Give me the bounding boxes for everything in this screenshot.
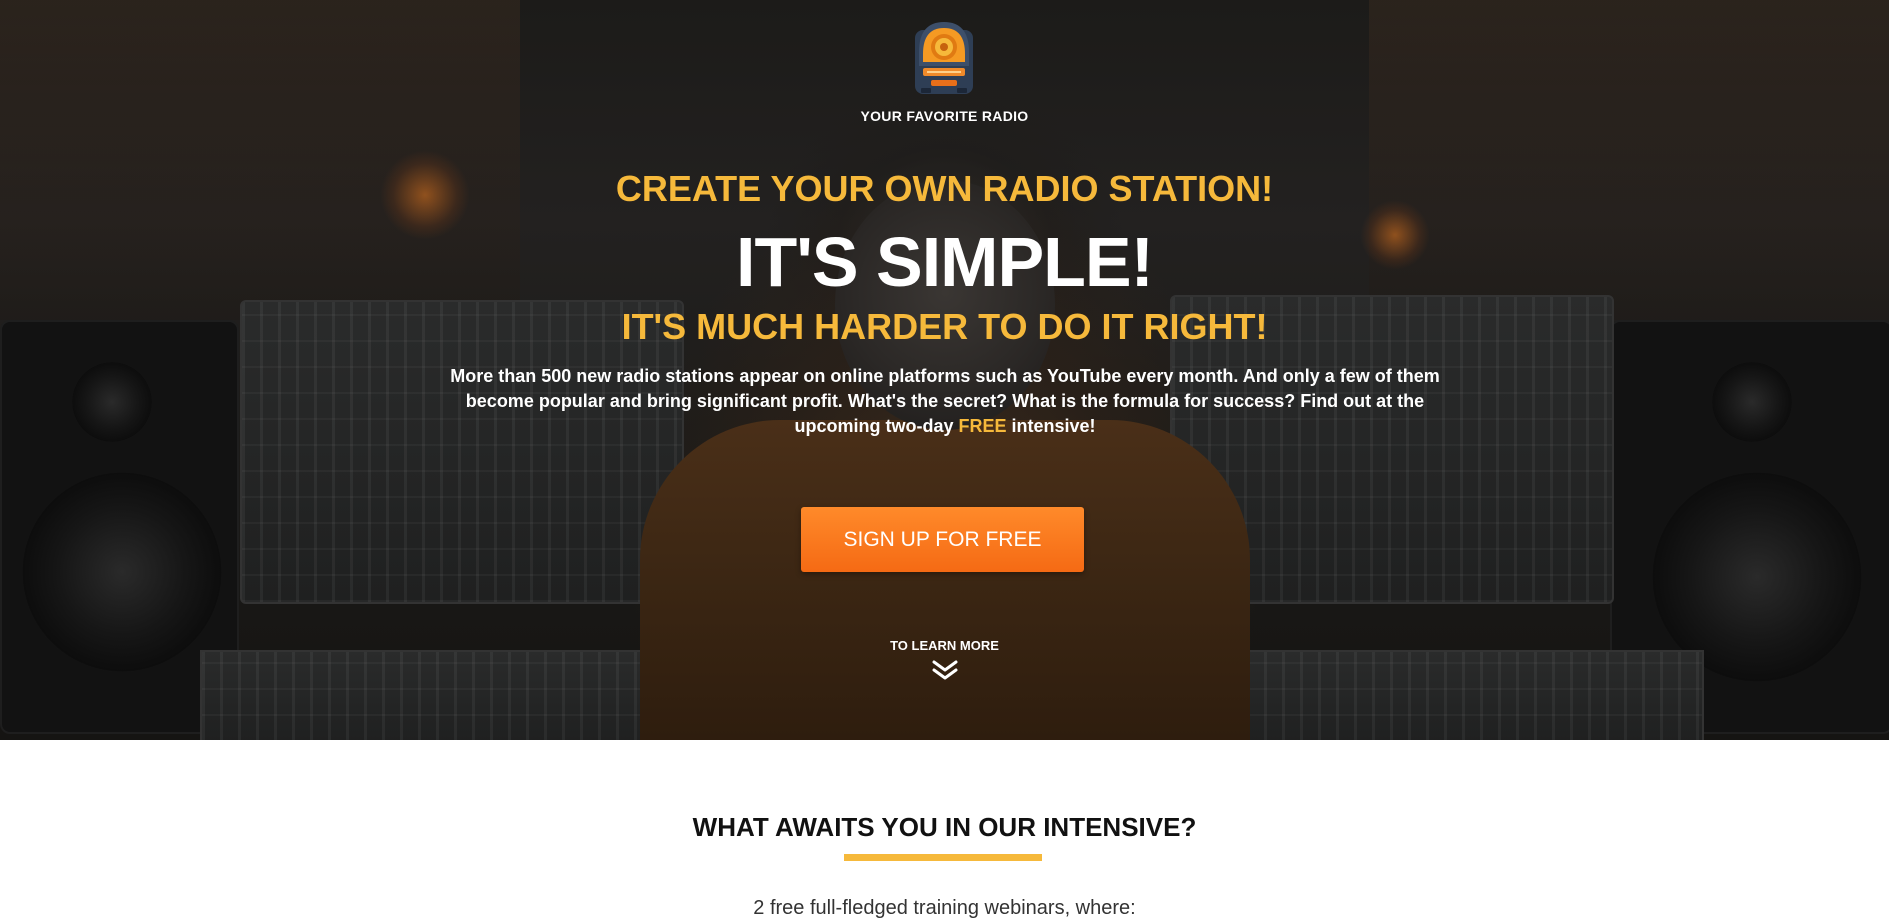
hero-section: YOUR FAVORITE RADIO CREATE YOUR OWN RADI…	[0, 0, 1889, 740]
hero-description-text: More than 500 new radio stations appear …	[450, 366, 1440, 436]
hero-content: YOUR FAVORITE RADIO CREATE YOUR OWN RADI…	[0, 0, 1889, 740]
section-intro-text: 2 free full-fledged training webinars, w…	[753, 897, 1136, 919]
hero-subhead: IT'S MUCH HARDER TO DO IT RIGHT!	[621, 306, 1268, 347]
intensive-section: WHAT AWAITS YOU IN OUR INTENSIVE? 2 free…	[0, 740, 1889, 923]
hero-kicker: CREATE YOUR OWN RADIO STATION!	[615, 168, 1274, 209]
section-title: WHAT AWAITS YOU IN OUR INTENSIVE?	[692, 812, 1197, 842]
sign-up-button[interactable]: SIGN UP FOR FREE	[801, 507, 1084, 572]
free-highlight: FREE	[958, 416, 1007, 436]
hero-headline: IT'S SIMPLE!	[736, 223, 1154, 301]
double-chevron-down-icon	[932, 660, 957, 680]
section-title-underline	[844, 854, 1042, 861]
learn-more-label: TO LEARN MORE	[890, 638, 999, 653]
brand-name: YOUR FAVORITE RADIO	[860, 108, 1029, 124]
learn-more-link[interactable]: TO LEARN MORE	[860, 638, 1029, 681]
hero-description-end: intensive!	[1006, 416, 1096, 436]
retro-radio-icon	[915, 22, 973, 94]
hero-description: More than 500 new radio stations appear …	[425, 364, 1465, 439]
